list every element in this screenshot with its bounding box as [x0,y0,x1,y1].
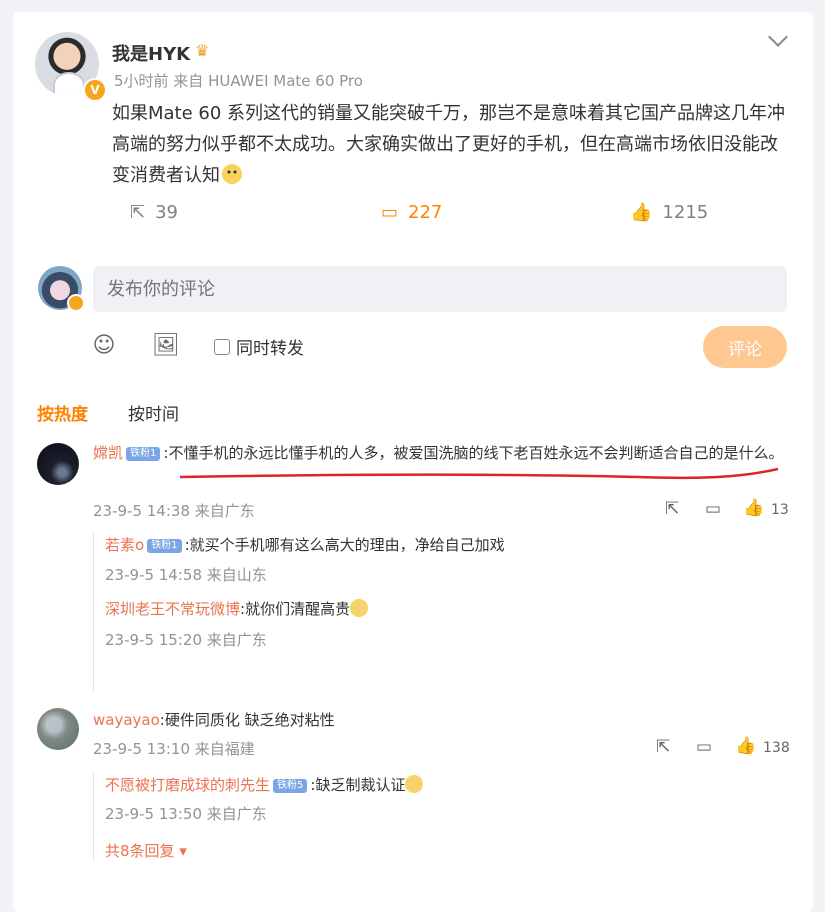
comment-count: 227 [408,202,443,223]
reply-thread-line [93,772,94,862]
author-name[interactable]: 我是HYK [112,40,190,66]
user-badge-icon [67,294,85,312]
reply-thread-line [93,532,94,692]
fan-badge: 铁粉1 [147,539,182,553]
sort-by-time-tab[interactable]: 按时间 [128,400,179,425]
post-text: 如果Mate 60 系列这代的销量又能突破千万，那岂不是意味着其它国产品牌这几年… [112,98,794,191]
comment-like-count: 138 [763,740,790,756]
red-underline-annotation [179,467,779,480]
cat-emoji-icon [350,599,369,617]
reply-icon[interactable]: ▭ [696,737,712,757]
reply-text: :缺乏制裁认证 [310,776,406,794]
reply-text: :就你们清醒高贵 [240,600,351,618]
comment-body: 嫦凯 铁粉1:不懂手机的永远比懂手机的人多，被爱国洗脑的线下老百姓永远不会判断适合… [93,439,793,468]
reply-icon[interactable]: ▭ [705,499,721,519]
sort-by-hot-tab[interactable]: 按热度 [37,400,88,425]
comment-button[interactable]: ▭ 227 [381,202,442,223]
fan-badge: 铁粉5 [273,779,308,793]
reply-time: 23-9-5 13:50 来自广东 [105,805,267,823]
like-button[interactable]: 👍 1215 [630,202,708,223]
thumbs-up-icon: 👍 [630,202,653,223]
comment-like-count: 13 [771,502,789,518]
cat-emoji-icon [405,775,424,793]
comment-time: 23-9-5 13:10 来自福建 [93,740,255,758]
comment-time: 23-9-5 14:38 来自广东 [93,502,255,520]
reply-time: 23-9-5 14:58 来自山东 [105,566,267,584]
repost-checkbox-label: 同时转发 [236,339,304,359]
verified-badge-icon: V [83,78,107,102]
replier-name[interactable]: 不愿被打磨成球的刺先生 [105,776,270,794]
commenter-avatar[interactable] [37,443,79,485]
reply-text: :就买个手机哪有这么高大的理由，净给自己加戏 [184,536,505,554]
submit-comment-button[interactable]: 评论 [703,326,787,368]
post-text-body: 如果Mate 60 系列这代的销量又能突破千万，那岂不是意味着其它国产品牌这几年… [112,103,786,186]
commenter-name[interactable]: 嫦凯 [93,444,123,462]
caret-down-icon: ▾ [174,842,187,860]
reply-time: 23-9-5 15:20 来自广东 [105,631,267,649]
comment-text: :硬件同质化 缺乏绝对粘性 [159,711,335,729]
more-replies-link[interactable]: 共8条回复 ▾ [105,840,187,861]
smile-emoji-icon [222,164,242,184]
comment-text: :不懂手机的永远比懂手机的人多，被爱国洗脑的线下老百姓永远不会判断适合自己的是什… [163,444,784,462]
repost-button[interactable]: ⇱ 39 [130,202,178,223]
replier-name[interactable]: 若素o [105,536,144,554]
comment-icon: ▭ [381,202,399,223]
chevron-down-icon[interactable] [768,27,788,47]
replier-name[interactable]: 深圳老王不常玩微博 [105,600,240,618]
reply-body: 若素o 铁粉1:就买个手机哪有这么高大的理由，净给自己加戏 [105,531,505,560]
weibo-post-card: V 我是HYK ♛ 5小时前 来自 HUAWEI Mate 60 Pro 如果M… [13,12,813,912]
emoji-icon[interactable]: ☺ [92,334,116,358]
repost-count: 39 [155,202,178,223]
share-icon: ⇱ [130,202,146,223]
repost-checkbox[interactable] [214,339,230,355]
comment-body: wayayao:硬件同质化 缺乏绝对粘性 [93,706,335,735]
image-icon[interactable]: 🖼 [152,334,180,358]
reply-body: 深圳老王不常玩微博:就你们清醒高贵 [105,595,369,624]
comment-input[interactable] [93,266,787,312]
commenter-name[interactable]: wayayao [93,711,160,729]
commenter-avatar[interactable] [37,708,79,750]
reply-body: 不愿被打磨成球的刺先生 铁粉5:缺乏制裁认证 [105,771,424,800]
like-count: 1215 [662,202,709,223]
crown-icon: ♛ [195,41,210,60]
post-meta: 5小时前 来自 HUAWEI Mate 60 Pro [114,72,363,90]
more-replies-label: 共8条回复 [105,842,175,860]
share-icon[interactable]: ⇱ [656,737,670,757]
thumbs-up-icon[interactable]: 👍 [743,498,764,518]
fan-badge: 铁粉1 [126,447,161,461]
thumbs-up-icon[interactable]: 👍 [735,736,756,756]
share-icon[interactable]: ⇱ [665,499,679,519]
